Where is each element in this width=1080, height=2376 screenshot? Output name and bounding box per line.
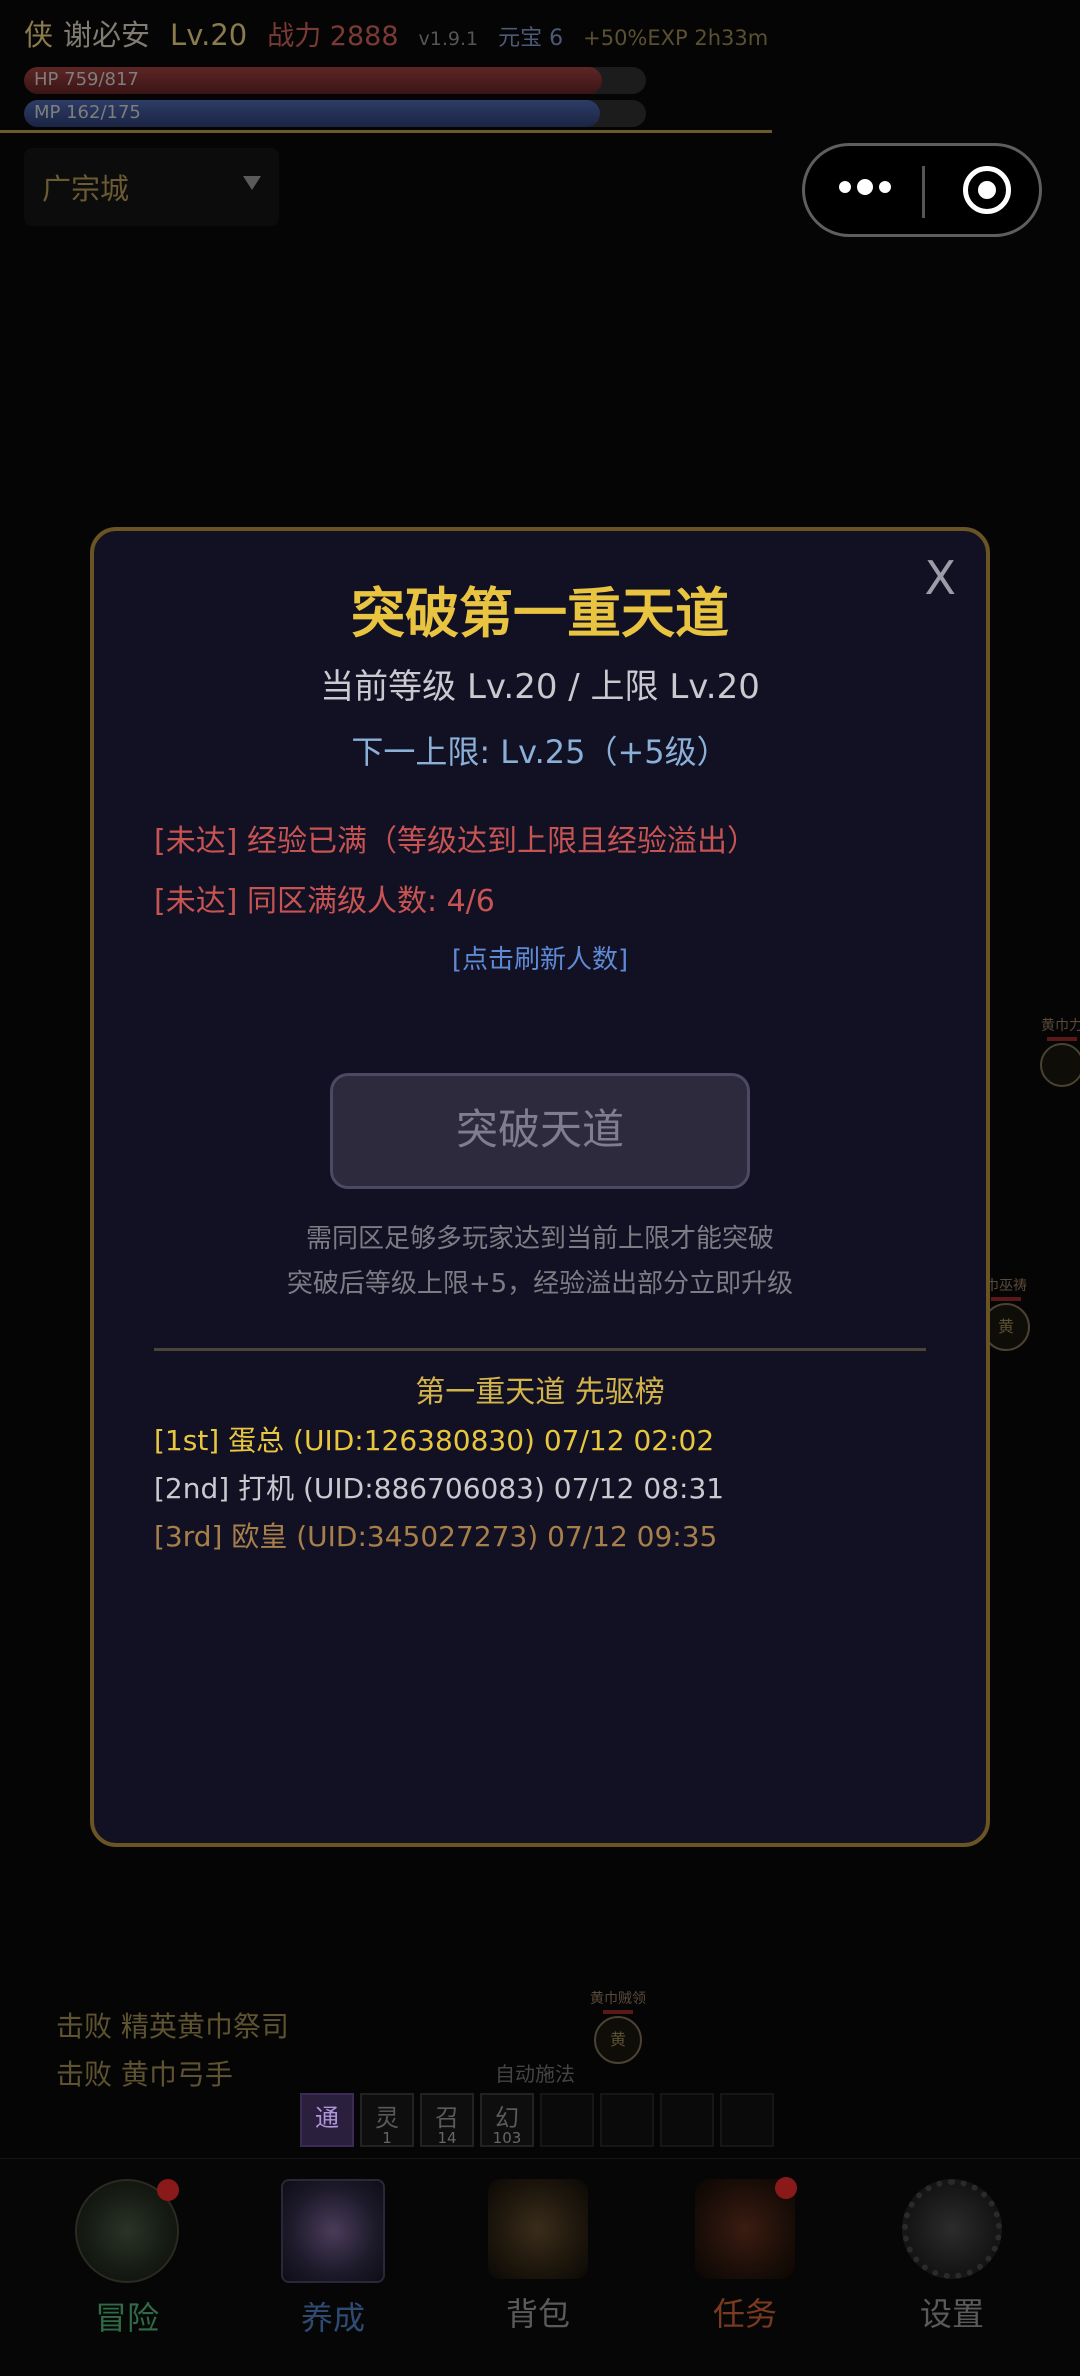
combat-power: 战力 2888 (267, 21, 399, 52)
more-dot-icon (839, 181, 851, 193)
bottom-nav: 冒险 养成 背包 任务 设置 (0, 2158, 1080, 2376)
mp-text: MP 162/175 (34, 102, 141, 123)
nav-label: 冒险 (94, 2299, 159, 2337)
enemy-hp-bar (603, 2010, 633, 2014)
enemy-name: 黄巾贼领 (590, 1991, 646, 2007)
more-dot-icon (857, 179, 873, 195)
skill-bar: 通 灵1 召 14 幻 103 (300, 2093, 774, 2147)
notification-badge (775, 2177, 797, 2199)
more-dot-icon (879, 181, 891, 193)
skill-count: 103 (492, 2129, 522, 2147)
nav-label: 养成 (300, 2299, 365, 2337)
nav-backpack[interactable]: 背包 (468, 2179, 608, 2335)
location-label: 广宗城 (42, 172, 130, 206)
skill-slot[interactable]: 通 (300, 2093, 354, 2147)
exp-buff-timer: +50%EXP 2h33m (583, 26, 769, 50)
requirement-exp: [未达] 经验已满（等级达到上限且经验溢出） (154, 824, 757, 859)
skill-slot[interactable]: 召 14 (420, 2093, 474, 2147)
scroll-icon (695, 2177, 797, 2279)
nav-settings[interactable]: 设置 (882, 2179, 1022, 2335)
location-dropdown[interactable]: 广宗城 (24, 148, 279, 226)
adventure-icon (75, 2179, 179, 2283)
next-cap-text: 下一上限: Lv.25（+5级） (351, 733, 729, 771)
status-line: 侠 谢必安 Lv.20 战力 2888 v1.9.1 元宝 6 +50%EXP … (24, 12, 788, 56)
nav-cultivate[interactable]: 养成 (263, 2179, 403, 2339)
skill-glyph: 召 (435, 2104, 459, 2132)
leaderboard-row: [2nd] 打机 (UID:886706083) 07/12 08:31 (154, 1472, 725, 1505)
map-enemy-node[interactable]: 黄巾贼领 黄 (590, 1988, 646, 2064)
hint-text: 突破后等级上限+5，经验溢出部分立即升级 (286, 1269, 794, 1299)
enemy-token (1040, 1043, 1080, 1087)
gold-counter: 元宝 6 (498, 26, 564, 51)
enemy-hp-bar (1047, 1037, 1077, 1041)
class-badge: 侠 (24, 18, 54, 52)
nav-label: 设置 (919, 2295, 984, 2333)
current-level-text: 当前等级 Lv.20 / 上限 Lv.20 (320, 667, 760, 707)
version-label: v1.9.1 (418, 28, 479, 50)
empty-skill-slot[interactable] (720, 2093, 774, 2147)
notification-badge (157, 2179, 179, 2201)
skill-glyph: 幻 (495, 2104, 519, 2132)
log-line: 击败 精英黄巾祭司 (56, 2010, 289, 2043)
auto-cast-label: 自动施法 (495, 2062, 575, 2086)
breakthrough-dialog: X 突破第一重天道 当前等级 Lv.20 / 上限 Lv.20 下一上限: Lv… (90, 527, 990, 1847)
empty-skill-slot[interactable] (540, 2093, 594, 2147)
breakthrough-button[interactable]: 突破天道 (330, 1073, 750, 1189)
status-bar: 侠 谢必安 Lv.20 战力 2888 v1.9.1 元宝 6 +50%EXP … (0, 0, 1080, 135)
nav-label: 背包 (505, 2295, 570, 2333)
skill-slot[interactable]: 幻 103 (480, 2093, 534, 2147)
gear-icon (902, 2179, 1002, 2279)
capsule-divider (922, 166, 925, 218)
player-name: 谢必安 (63, 18, 151, 52)
leaderboard-title: 第一重天道 先驱榜 (415, 1375, 665, 1410)
skill-count: 14 (437, 2129, 457, 2147)
requirement-players: [未达] 同区满级人数: 4/6 (154, 884, 495, 919)
refresh-count-link[interactable]: [点击刷新人数] (94, 939, 986, 976)
more-menu-button[interactable] (839, 179, 891, 195)
nav-label: 任务 (712, 2295, 777, 2333)
mini-program-capsule (802, 143, 1042, 237)
exp-progress-line (0, 130, 772, 133)
enemy-hp-bar (991, 1297, 1021, 1301)
hint-text: 需同区足够多玩家达到当前上限才能突破 (305, 1224, 774, 1254)
chevron-down-icon (243, 176, 261, 190)
nav-adventure[interactable]: 冒险 (57, 2179, 197, 2339)
battle-log: 击败 精英黄巾祭司 击败 黄巾弓手 (56, 2005, 289, 2101)
treasure-chest-icon (488, 2179, 588, 2279)
mp-bar: MP 162/175 (24, 100, 646, 127)
divider (154, 1348, 926, 1351)
hp-text: HP 759/817 (34, 69, 139, 90)
empty-skill-slot[interactable] (660, 2093, 714, 2147)
enemy-token: 黄 (594, 2016, 642, 2064)
nav-tasks[interactable]: 任务 (675, 2177, 815, 2335)
skill-slot[interactable]: 灵1 (360, 2093, 414, 2147)
player-level: Lv.20 (170, 18, 248, 52)
skill-glyph: 灵 (375, 2104, 399, 2132)
skill-count: 1 (382, 2129, 392, 2147)
dialog-title: 突破第一重天道 (351, 582, 729, 645)
empty-skill-slot[interactable] (600, 2093, 654, 2147)
skill-glyph: 通 (315, 2104, 339, 2132)
leaderboard-row: [1st] 蛋总 (UID:126380830) 07/12 02:02 (154, 1424, 715, 1457)
log-line: 击败 黄巾弓手 (56, 2058, 233, 2091)
close-miniprogram-icon[interactable] (963, 166, 1011, 214)
map-enemy-node[interactable]: 黄巾力 (1040, 1015, 1080, 1087)
enemy-name: 黄巾力 (1041, 1018, 1080, 1034)
leaderboard-row: [3rd] 欧皇 (UID:345027273) 07/12 09:35 (154, 1520, 718, 1553)
hp-bar: HP 759/817 (24, 67, 646, 94)
cultivate-icon (281, 2179, 385, 2283)
